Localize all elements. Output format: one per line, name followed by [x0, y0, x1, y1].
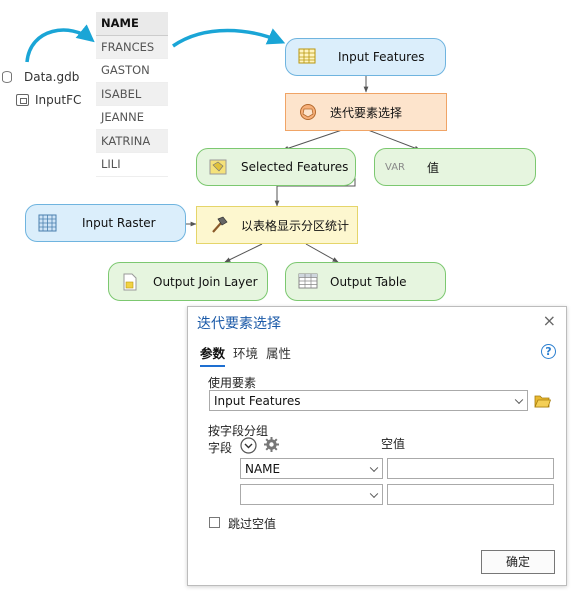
- output-table-label: Output Table: [330, 274, 407, 289]
- name-column-header: NAME: [96, 12, 168, 36]
- group-by-label: 按字段分组: [208, 424, 269, 438]
- raster-icon: [38, 214, 58, 232]
- table-row: ISABEL: [96, 82, 168, 106]
- tab-properties[interactable]: 属性: [266, 343, 291, 367]
- accent-arrow-left: [25, 24, 95, 63]
- null-value-input-1[interactable]: [387, 458, 554, 479]
- dialog-title: 迭代要素选择: [197, 316, 281, 332]
- field-dropdown-1-value: NAME: [245, 461, 281, 476]
- chevron-down-icon: [514, 395, 524, 404]
- table-grid-icon: [298, 273, 318, 291]
- accent-arrow-right: [172, 28, 286, 48]
- feature-layer-icon: [209, 158, 229, 176]
- output-join-layer-node[interactable]: Output Join Layer: [108, 262, 268, 301]
- chevron-down-icon: [369, 463, 379, 472]
- input-raster-label: Input Raster: [82, 216, 156, 230]
- var-badge-icon: VAR: [385, 161, 405, 173]
- feature-class-icon: [16, 94, 29, 106]
- table-row: JEANNE: [96, 106, 168, 130]
- skip-nulls-label: 跳过空值: [228, 517, 277, 531]
- selected-features-label: Selected Features: [241, 160, 349, 174]
- folder-open-icon[interactable]: [534, 393, 552, 412]
- field-dropdown-2[interactable]: [240, 484, 383, 505]
- table-row: LILI: [96, 153, 168, 177]
- chevron-down-icon: [369, 489, 379, 498]
- feature-class-label: InputFC: [35, 93, 82, 107]
- output-table-node[interactable]: Output Table: [285, 262, 446, 301]
- ok-button[interactable]: 确定: [481, 550, 555, 574]
- value-variable-node[interactable]: VAR 值: [374, 148, 536, 186]
- table-row: GASTON: [96, 59, 168, 83]
- table-row: KATRINA: [96, 129, 168, 153]
- input-features-node[interactable]: Input Features: [285, 38, 446, 76]
- help-icon[interactable]: ?: [541, 344, 556, 359]
- use-features-value: Input Features: [214, 393, 301, 408]
- tab-environments[interactable]: 环境: [233, 343, 258, 367]
- output-join-layer-label: Output Join Layer: [153, 274, 258, 289]
- use-features-label: 使用要素: [208, 376, 257, 390]
- iterate-feature-selection-dialog: 迭代要素选择 × 参数 环境 属性 ? 使用要素 Input Features …: [187, 306, 567, 586]
- feature-class-source: InputFC: [16, 93, 81, 107]
- use-features-dropdown[interactable]: Input Features: [209, 390, 528, 411]
- gdb-source: Data.gdb: [2, 70, 79, 84]
- iterate-tool-label: 迭代要素选择: [330, 105, 403, 120]
- field-column-label: 字段: [208, 441, 233, 455]
- null-value-column-label: 空值: [381, 437, 406, 451]
- iterate-feature-selection-node[interactable]: 迭代要素选择: [285, 93, 447, 131]
- gear-icon[interactable]: [263, 436, 280, 457]
- database-icon: [2, 71, 12, 83]
- gdb-label: Data.gdb: [24, 70, 80, 84]
- zonal-statistics-node[interactable]: 以表格显示分区统计: [196, 206, 358, 244]
- name-table: NAME FRANCES GASTON ISABEL JEANNE KATRIN…: [96, 12, 168, 177]
- value-label: 值: [427, 160, 440, 175]
- tab-parameters[interactable]: 参数: [200, 343, 226, 367]
- layer-file-icon: [121, 273, 141, 291]
- close-icon[interactable]: ×: [543, 311, 556, 330]
- input-features-label: Input Features: [338, 50, 425, 64]
- selected-features-node[interactable]: Selected Features: [196, 148, 356, 186]
- field-dropdown-1[interactable]: NAME: [240, 458, 383, 479]
- table-row: FRANCES: [96, 35, 168, 59]
- input-raster-node[interactable]: Input Raster: [25, 204, 186, 242]
- iterator-icon: [298, 103, 318, 121]
- hammer-icon: [209, 216, 229, 234]
- zonal-tool-label: 以表格显示分区统计: [241, 218, 350, 233]
- null-value-input-2[interactable]: [387, 484, 554, 505]
- table-icon: [298, 48, 318, 66]
- expand-circle-icon[interactable]: [240, 437, 257, 458]
- dialog-tabs: 参数 环境 属性: [200, 343, 291, 367]
- skip-nulls-checkbox[interactable]: [209, 517, 220, 528]
